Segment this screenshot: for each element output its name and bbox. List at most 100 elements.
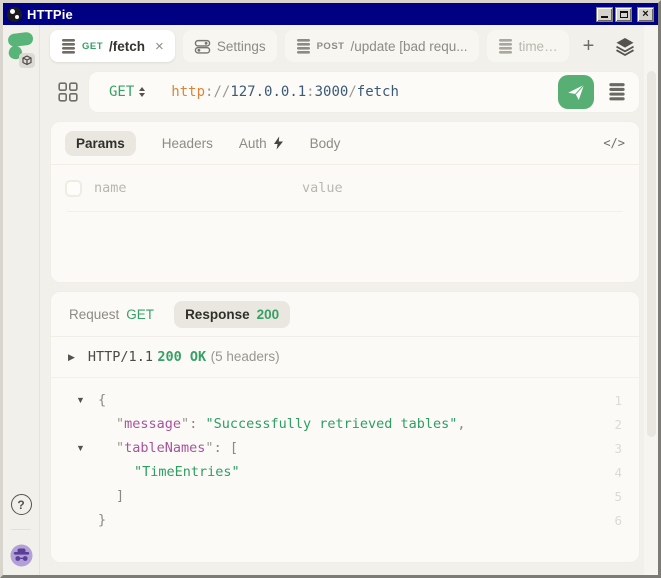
collapse-headers-icon[interactable]: ▶: [68, 353, 75, 362]
json-code: "TimeEntries": [98, 464, 240, 480]
close-icon: ×: [642, 8, 648, 20]
window: HTTPie × ?: [0, 0, 661, 578]
lightning-icon: [273, 136, 284, 150]
line-number: 5: [614, 489, 639, 504]
chevron-updown-icon: [139, 87, 145, 97]
grid-icon: [58, 82, 78, 102]
param-checkbox[interactable]: [65, 180, 82, 197]
json-token-punct: :: [214, 440, 230, 456]
close-button[interactable]: ×: [637, 7, 654, 22]
layers-icon: [614, 36, 636, 57]
main-content: GET /fetch × Settings: [40, 25, 658, 575]
json-token-punct: ,: [457, 416, 465, 432]
tab-body[interactable]: Body: [310, 131, 341, 156]
request-pane: Params Headers Auth Body </>: [50, 121, 640, 283]
tab-params[interactable]: Params: [65, 131, 136, 156]
json-token-key: message: [124, 416, 181, 432]
response-body: ▼{1"message": "Successfully retrieved ta…: [51, 378, 639, 562]
user-avatar[interactable]: [10, 544, 33, 567]
url-bar: GET http://127.0.0.1:3000/fetch: [88, 71, 640, 113]
rail-divider: [11, 529, 31, 530]
collapse-node-icon[interactable]: ▼: [76, 395, 98, 405]
response-status: 200: [257, 307, 280, 322]
tab-auth-label: Auth: [239, 136, 267, 151]
httpie-logo[interactable]: [6, 31, 36, 69]
database-icon: [296, 38, 311, 55]
new-tab-button[interactable]: +: [577, 36, 601, 56]
exchange-tabs: Request GET Response 200: [51, 292, 639, 336]
json-token-q: ": [181, 416, 189, 432]
json-token-string: "Successfully retrieved tables": [205, 416, 457, 432]
param-row: [51, 165, 639, 211]
json-code: "message": "Successfully retrieved table…: [98, 416, 466, 432]
help-button[interactable]: ?: [11, 494, 32, 515]
json-line: ▼"tableNames": [3: [51, 436, 639, 460]
code-view-toggle[interactable]: </>: [603, 136, 625, 150]
param-value-input[interactable]: [302, 180, 625, 196]
json-token-punct: [: [230, 440, 238, 456]
line-number: 4: [614, 465, 639, 480]
line-number: 6: [614, 513, 639, 528]
maximize-icon: [620, 11, 628, 18]
tab-response[interactable]: Response 200: [174, 301, 290, 328]
send-options-button[interactable]: [602, 80, 634, 104]
tab-post-update[interactable]: POST /update [bad requ...: [285, 30, 479, 62]
json-token-punct: {: [98, 392, 106, 408]
tab-headers[interactable]: Headers: [162, 131, 213, 156]
method-select[interactable]: GET: [109, 84, 145, 100]
line-number: 1: [614, 393, 639, 408]
tab-strip: GET /fetch × Settings: [50, 25, 640, 67]
url-path: fetch: [357, 84, 399, 100]
tab-method: POST: [317, 41, 345, 52]
url-port: 3000: [315, 84, 349, 100]
response-pane: Request GET Response 200 ▶ HTTP/1.1 200 …: [50, 291, 640, 563]
response-label: Response: [185, 307, 250, 322]
url-slash: /: [348, 84, 356, 100]
tab-title: time…: [519, 39, 558, 54]
send-button[interactable]: [558, 75, 594, 109]
divider: [67, 211, 623, 212]
tab-auth[interactable]: Auth: [239, 131, 284, 156]
json-token-punct: :: [189, 416, 205, 432]
paper-plane-icon: [566, 82, 586, 102]
url-scheme: http: [171, 84, 205, 100]
tab-time[interactable]: time…: [487, 30, 569, 62]
maximize-button[interactable]: [615, 7, 632, 22]
tab-close-icon[interactable]: ×: [155, 39, 164, 54]
json-code: ]: [98, 488, 124, 504]
scrollbar-thumb[interactable]: [647, 71, 656, 437]
tab-title: /update [bad requ...: [350, 39, 467, 54]
param-name-input[interactable]: [94, 180, 290, 196]
status-protocol: HTTP/1.1: [88, 349, 153, 365]
collapse-node-icon[interactable]: ▼: [76, 443, 98, 453]
app-icon: [7, 7, 22, 22]
environments-button[interactable]: [610, 34, 640, 59]
app-body: ? GET: [3, 25, 658, 575]
minimize-button[interactable]: [596, 7, 613, 22]
json-token-string: "TimeEntries": [134, 464, 240, 480]
tab-get-fetch[interactable]: GET /fetch ×: [50, 30, 175, 62]
json-line: "message": "Successfully retrieved table…: [51, 412, 639, 436]
request-method: GET: [126, 307, 154, 322]
json-line: ]5: [51, 484, 639, 508]
json-token-punct: }: [98, 512, 106, 528]
window-title: HTTPie: [27, 7, 73, 22]
json-token-punct: ]: [116, 488, 124, 504]
url-input[interactable]: http://127.0.0.1:3000/fetch: [171, 84, 550, 100]
request-label: Request: [69, 307, 119, 322]
minimize-icon: [601, 16, 608, 18]
scrollbar-track[interactable]: [644, 25, 658, 575]
status-code: 200 OK: [157, 349, 206, 365]
settings-icon: [194, 38, 211, 55]
window-controls: ×: [596, 7, 654, 22]
tab-request[interactable]: Request GET: [65, 301, 158, 328]
incognito-avatar-icon: [10, 544, 33, 567]
tab-settings[interactable]: Settings: [183, 30, 277, 62]
help-icon: ?: [17, 498, 24, 512]
titlebar[interactable]: HTTPie ×: [3, 3, 658, 25]
json-token-q: ": [116, 440, 124, 456]
workspace-grid-button[interactable]: [58, 82, 78, 102]
url-colon: :: [306, 84, 314, 100]
status-line: ▶ HTTP/1.1 200 OK (5 headers): [51, 337, 639, 377]
tab-title: Settings: [217, 39, 266, 54]
